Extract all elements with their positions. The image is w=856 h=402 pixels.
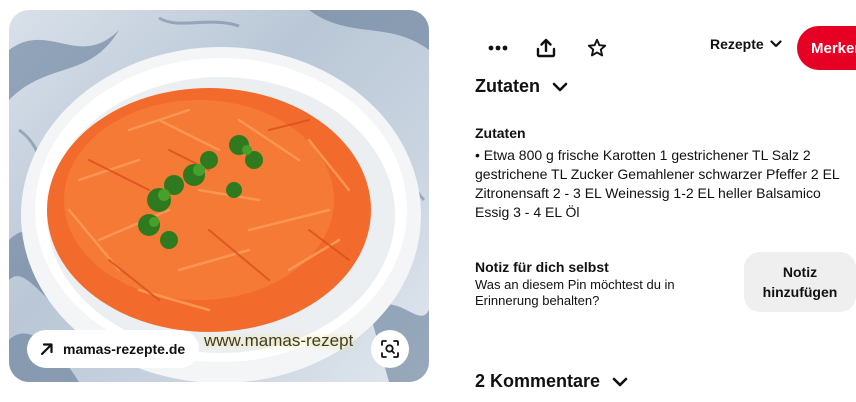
favorite-button[interactable] bbox=[583, 34, 611, 62]
pin-toolbar: Rezepte Merken bbox=[476, 26, 856, 70]
board-selector[interactable]: Rezepte bbox=[710, 36, 782, 52]
ingredients-section-toggle[interactable]: Zutaten bbox=[475, 76, 568, 97]
more-options-button[interactable] bbox=[484, 34, 512, 62]
pin-image[interactable]: www.mamas-rezept mamas-rezepte.de bbox=[9, 10, 429, 382]
share-button[interactable] bbox=[532, 34, 560, 62]
share-icon bbox=[536, 38, 556, 58]
ingredients-subtitle: Zutaten bbox=[475, 125, 526, 141]
more-dots-icon bbox=[488, 45, 508, 51]
source-link-label: mamas-rezepte.de bbox=[63, 341, 186, 357]
carrot-salad-photo bbox=[9, 10, 429, 382]
source-link-button[interactable]: mamas-rezepte.de bbox=[27, 330, 200, 368]
ingredients-text: • Etwa 800 g frische Karotten 1 gestrich… bbox=[475, 147, 840, 220]
note-title: Notiz für dich selbst bbox=[475, 259, 609, 275]
watermark-text: www.mamas-rezept bbox=[204, 331, 354, 350]
comments-heading: 2 Kommentare bbox=[475, 371, 601, 391]
board-label: Rezepte bbox=[710, 36, 764, 52]
comments-section-toggle[interactable]: 2 Kommentare bbox=[475, 371, 628, 392]
chevron-down-icon bbox=[552, 82, 568, 91]
chevron-down-icon bbox=[612, 377, 628, 386]
ingredients-heading: Zutaten bbox=[475, 76, 540, 96]
arrow-up-right-icon bbox=[40, 343, 53, 356]
chevron-down-icon bbox=[770, 40, 782, 48]
visual-search-button[interactable] bbox=[371, 330, 409, 368]
star-icon bbox=[587, 38, 607, 57]
note-description: Was an diesem Pin möchtest du in Erinner… bbox=[475, 277, 675, 308]
save-button[interactable]: Merken bbox=[797, 26, 856, 70]
add-note-button[interactable]: Notiz hinzufügen bbox=[744, 252, 856, 312]
visual-search-icon bbox=[381, 340, 399, 358]
